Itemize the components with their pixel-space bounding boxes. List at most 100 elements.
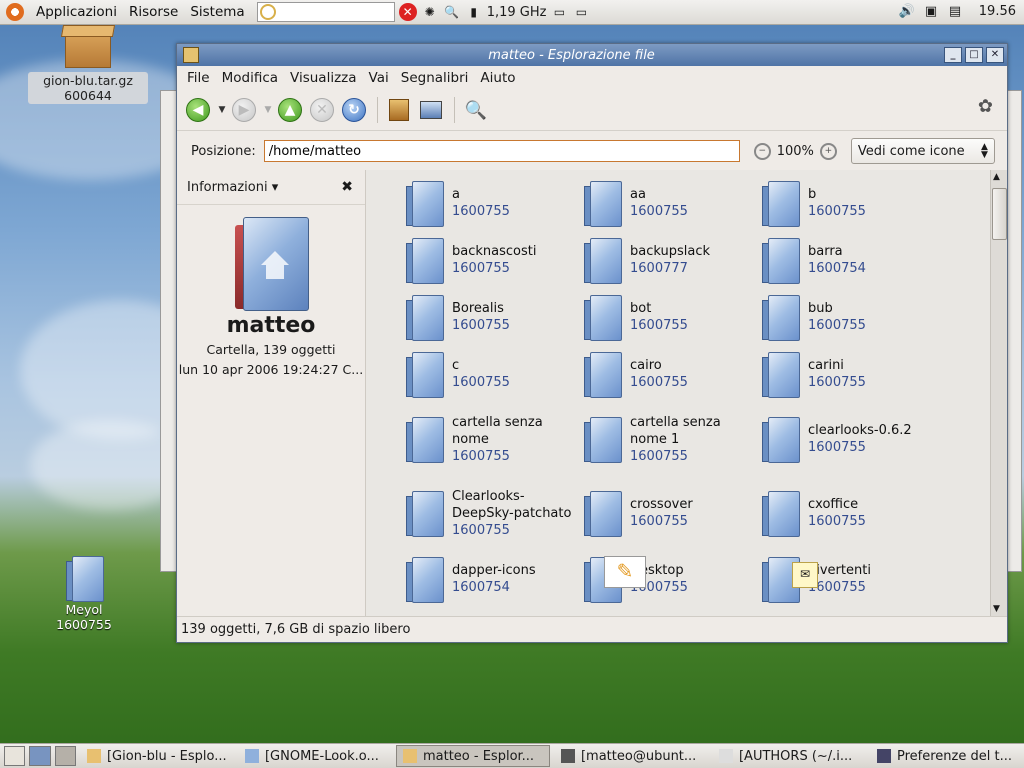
folder-icon <box>584 351 622 398</box>
file-item[interactable]: cartella senza nome 1600755 <box>406 402 584 476</box>
file-permissions: 1600777 <box>630 260 688 276</box>
file-browser-window: matteo - Esplorazione file _ □ ✕ File Mo… <box>176 43 1008 643</box>
pencil-emblem-icon: ✎ <box>604 556 646 588</box>
show-desktop-icon[interactable] <box>4 746 26 766</box>
file-item[interactable]: bot 1600755 <box>584 288 762 345</box>
forward-history-dropdown[interactable]: ▼ <box>261 105 275 115</box>
back-button[interactable]: ◀ <box>183 95 213 125</box>
taskbar-button[interactable]: Preferenze del t... <box>870 745 1024 767</box>
location-label: Posizione: <box>191 143 256 159</box>
file-item[interactable]: aa 1600755 <box>584 174 762 231</box>
folder-icon <box>584 237 622 284</box>
view-mode-select[interactable]: Vedi come icone ▲ ▼ <box>850 138 995 164</box>
zoom-level[interactable]: 100% <box>777 144 814 159</box>
file-item[interactable]: carini 1600755 <box>762 345 940 402</box>
file-permissions: 1600755 <box>452 522 510 538</box>
file-name: carini <box>808 357 844 373</box>
desktop-icon-archive[interactable]: gion-blu.tar.gz 600644 <box>28 32 148 104</box>
drive-icon-2[interactable]: ▭ <box>572 3 590 21</box>
minimize-button[interactable]: _ <box>944 47 962 63</box>
file-item[interactable]: c 1600755 <box>406 345 584 402</box>
zoom-in-icon[interactable]: + <box>819 142 837 160</box>
taskbar-label: [matteo@ubunt... <box>580 748 697 764</box>
computer-button[interactable] <box>416 95 446 125</box>
taskbar-label: [GNOME-Look.o... <box>264 748 379 764</box>
taskbar-button[interactable]: [Gion-blu - Esplo... <box>80 745 234 767</box>
side-pane-selector[interactable]: Informazioni ▾ <box>187 180 278 195</box>
file-item[interactable]: crossover 1600755 <box>584 476 762 550</box>
stop-icon[interactable]: ✕ <box>398 3 417 21</box>
file-item[interactable]: bub 1600755 <box>762 288 940 345</box>
forward-button[interactable]: ▶ <box>229 95 259 125</box>
file-item[interactable]: cairo 1600755 <box>584 345 762 402</box>
vertical-scrollbar[interactable]: ▲ ▼ <box>990 170 1007 616</box>
workspace-1[interactable] <box>29 746 51 766</box>
menu-modifica[interactable]: Modifica <box>216 70 284 86</box>
cpu-icon[interactable]: ▮ <box>465 3 483 21</box>
taskbar-button[interactable]: matteo - Esplor... <box>395 745 550 767</box>
file-item[interactable]: divertenti 1600755 <box>762 550 940 607</box>
desktop-icon-meyol[interactable]: Meyol 1600755 <box>24 556 144 632</box>
menu-aiuto[interactable]: Aiuto <box>474 70 521 86</box>
folder-icon <box>406 180 444 227</box>
clock[interactable]: 19.56 <box>979 4 1016 19</box>
menu-vai[interactable]: Vai <box>363 70 395 86</box>
file-item[interactable]: Clearlooks-DeepSky-patchato 1600755 <box>406 476 584 550</box>
titlebar[interactable]: matteo - Esplorazione file _ □ ✕ <box>177 44 1007 66</box>
file-permissions: 1600755 <box>808 374 866 390</box>
maximize-button[interactable]: □ <box>965 47 983 63</box>
file-item[interactable]: barra 1600754 <box>762 231 940 288</box>
gnome-foot-icon: ✿ <box>977 96 993 117</box>
menu-file[interactable]: File <box>181 70 216 86</box>
location-input[interactable] <box>263 140 740 162</box>
side-pane-close-icon[interactable]: ✖ <box>341 179 353 195</box>
folder-info-line2: lun 10 apr 2006 19:24:27 C... <box>178 362 364 377</box>
taskbar-button[interactable]: [GNOME-Look.o... <box>238 745 392 767</box>
file-name: cxoffice <box>808 497 859 512</box>
menu-segnalibri[interactable]: Segnalibri <box>395 70 475 86</box>
scrollbar-thumb[interactable] <box>992 188 1007 240</box>
zoom-out-icon[interactable]: − <box>753 142 771 160</box>
file-name: divertenti <box>808 562 871 578</box>
file-item[interactable]: backnascosti 1600755 <box>406 231 584 288</box>
drive-icon[interactable]: ▭ <box>550 3 568 21</box>
file-item[interactable]: clearlooks-0.6.2 1600755 <box>762 402 940 476</box>
menu-applicazioni[interactable]: Applicazioni <box>30 4 123 20</box>
taskbar-button[interactable]: [AUTHORS (~/.i... <box>712 745 866 767</box>
icon-view[interactable]: a 1600755 aa 1600755 b 1600755 backnascosti 160… <box>366 170 1007 616</box>
up-button[interactable]: ▲ <box>275 95 305 125</box>
file-item[interactable]: b 1600755 <box>762 174 940 231</box>
back-history-dropdown[interactable]: ▼ <box>215 105 229 115</box>
ubuntu-logo-icon[interactable] <box>6 3 24 21</box>
file-item[interactable]: cartella senza nome 1 1600755 <box>584 402 762 476</box>
menu-sistema[interactable]: Sistema <box>184 4 250 20</box>
search-button[interactable]: 🔍 <box>461 95 491 125</box>
magnifier-icon[interactable]: 🔍 <box>443 3 461 21</box>
file-item[interactable]: backupslack 1600777 <box>584 231 762 288</box>
file-item[interactable]: cxoffice 1600755 <box>762 476 940 550</box>
close-button[interactable]: ✕ <box>986 47 1004 63</box>
weather-icon[interactable]: ✺ <box>421 3 439 21</box>
file-name: b <box>808 186 817 202</box>
menu-visualizza[interactable]: Visualizza <box>284 70 363 86</box>
file-name: cairo <box>630 357 662 373</box>
scroll-up-arrow-icon[interactable]: ▲ <box>993 172 1000 182</box>
home-button[interactable] <box>384 95 414 125</box>
file-name: c <box>452 357 460 373</box>
panel-search-box[interactable] <box>256 2 395 22</box>
window-icon[interactable] <box>183 47 199 63</box>
folder-icon <box>406 237 444 284</box>
file-item[interactable]: dapper-icons 1600754 <box>406 550 584 607</box>
menu-risorse[interactable]: Risorse <box>123 4 184 20</box>
battery-icon[interactable]: ▣ <box>922 3 940 21</box>
reload-button[interactable]: ↻ <box>339 95 369 125</box>
file-item[interactable]: Borealis 1600755 <box>406 288 584 345</box>
stop-button[interactable]: ✕ <box>307 95 337 125</box>
taskbar-button[interactable]: [matteo@ubunt... <box>554 745 708 767</box>
network-icon[interactable]: ▤ <box>946 3 964 21</box>
volume-icon[interactable]: 🔊 <box>898 3 916 21</box>
scroll-down-arrow-icon[interactable]: ▼ <box>993 604 1000 614</box>
file-permissions: 1600754 <box>808 260 866 276</box>
workspace-2[interactable] <box>54 746 76 766</box>
file-item[interactable]: a 1600755 <box>406 174 584 231</box>
